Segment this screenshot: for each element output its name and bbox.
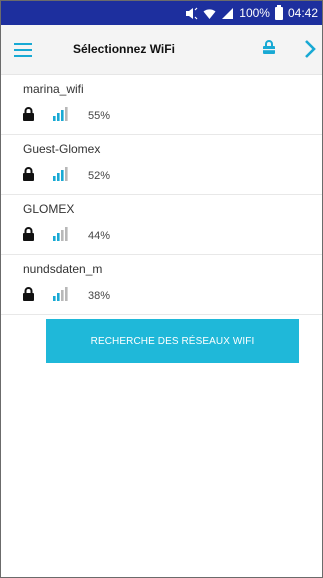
signal-strength-icon: [53, 227, 69, 241]
wifi-network-item[interactable]: nundsdaten_m 38%: [1, 255, 322, 315]
chevron-right-icon[interactable]: [304, 39, 316, 59]
page-title: Sélectionnez WiFi: [73, 42, 175, 56]
mute-icon: [185, 7, 198, 20]
wifi-network-name: Guest-Glomex: [23, 142, 101, 156]
clock: 04:42: [287, 6, 318, 20]
signal-strength-icon: [53, 107, 69, 121]
wifi-network-item[interactable]: Guest-Glomex 52%: [1, 135, 322, 195]
lock-icon: [22, 107, 35, 121]
screen: 100% 04:42 Sélectionnez WiFi marina_wifi…: [0, 0, 323, 578]
signal-percent: 44%: [88, 230, 111, 242]
wifi-network-list: marina_wifi 55% Guest-Glomex 52% GLOMEX 44% nu…: [1, 75, 322, 315]
wifi-network-item[interactable]: marina_wifi 55%: [1, 75, 322, 135]
signal-percent: 52%: [88, 170, 111, 182]
app-bar: Sélectionnez WiFi: [1, 25, 322, 75]
scan-wifi-button[interactable]: RECHERCHE DES RÉSEAUX WIFI: [46, 319, 299, 363]
hamburger-icon[interactable]: [14, 43, 32, 57]
wifi-network-name: marina_wifi: [23, 82, 84, 96]
wifi-network-name: nundsdaten_m: [23, 262, 103, 276]
wifi-network-name: GLOMEX: [23, 202, 75, 216]
signal-strength-icon: [53, 287, 69, 301]
wifi-network-item[interactable]: GLOMEX 44%: [1, 195, 322, 255]
wifi-status-icon: [203, 7, 216, 20]
battery-icon: [274, 4, 283, 20]
status-bar: 100% 04:42: [1, 1, 322, 25]
lock-icon: [22, 227, 35, 241]
signal-percent: 38%: [88, 290, 111, 302]
battery-percent: 100%: [239, 6, 270, 20]
signal-percent: 55%: [88, 110, 111, 122]
cell-signal-icon: [221, 7, 234, 20]
lock-icon: [22, 287, 35, 301]
lock-icon[interactable]: [261, 39, 277, 55]
signal-strength-icon: [53, 167, 69, 181]
lock-icon: [22, 167, 35, 181]
